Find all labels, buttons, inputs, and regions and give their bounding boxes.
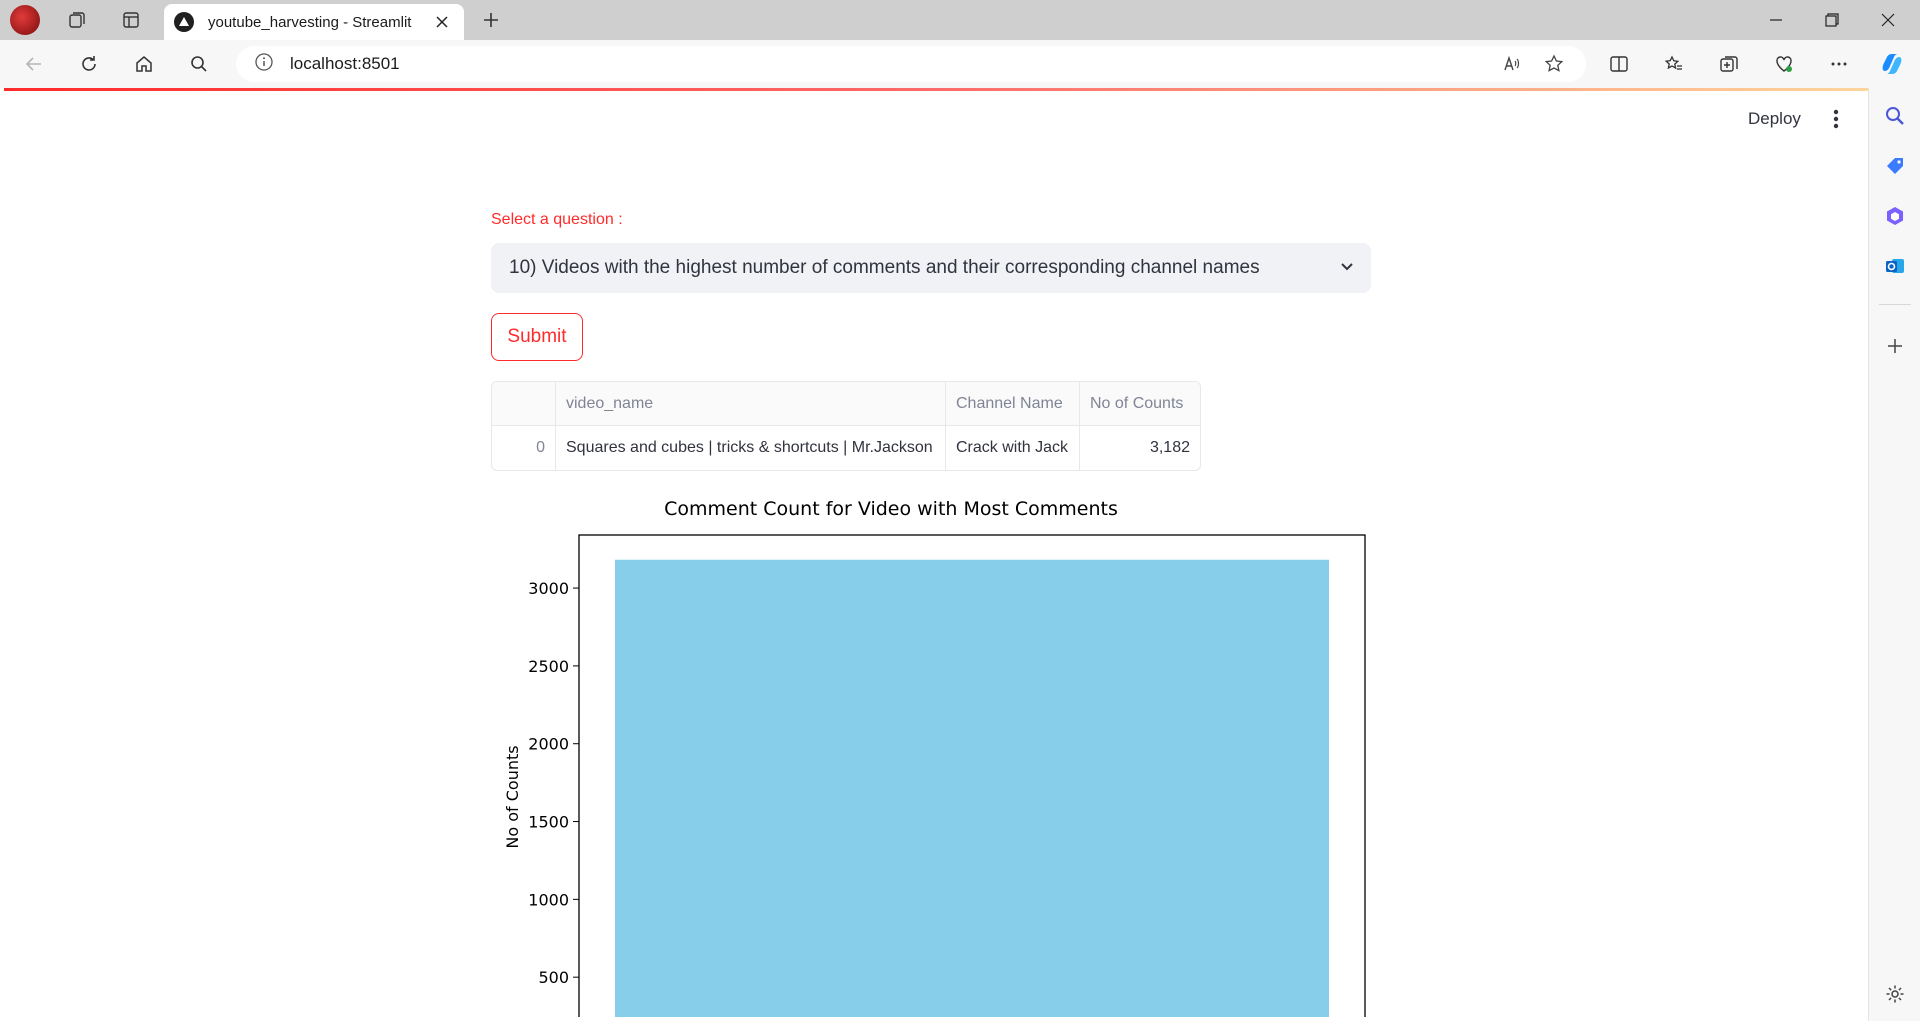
selected-question: 10) Videos with the highest number of co… (509, 257, 1260, 278)
table-cell-channel-name[interactable]: Crack with Jack (946, 426, 1080, 470)
restore-icon[interactable] (1804, 0, 1860, 40)
site-info-icon[interactable] (254, 52, 274, 77)
y-tick-label: 500 (538, 968, 569, 987)
favorites-icon[interactable] (1656, 48, 1692, 80)
shopping-tag-icon[interactable] (1881, 152, 1909, 180)
edge-sidebar (1868, 88, 1920, 1021)
browser-nav-bar: localhost:8501 (0, 40, 1920, 88)
home-icon[interactable] (126, 48, 162, 80)
deploy-button[interactable]: Deploy (1738, 103, 1811, 135)
tab-title: youtube_harvesting - Streamlit (208, 13, 412, 31)
table-header-video-name[interactable]: video_name (556, 382, 946, 426)
question-select[interactable]: 10) Videos with the highest number of co… (491, 243, 1371, 293)
workspaces-icon[interactable] (60, 4, 94, 36)
y-tick-label: 1500 (528, 813, 569, 832)
sidebar-settings-gear-icon[interactable] (1881, 980, 1909, 1008)
copilot-icon[interactable] (1874, 48, 1910, 80)
y-tick-label: 2000 (528, 735, 569, 754)
comment-count-bar-chart: Comment Count for Video with Most Commen… (503, 498, 1366, 1017)
table-cell-video-name[interactable]: Squares and cubes | tricks & shortcuts |… (556, 426, 946, 470)
url-text[interactable]: localhost:8501 (290, 54, 400, 74)
address-bar[interactable]: localhost:8501 (236, 46, 1586, 82)
refresh-icon[interactable] (71, 48, 107, 80)
table-header-row: video_name Channel Name No of Counts (492, 382, 1200, 426)
table-cell-no-of-counts[interactable]: 3,182 (1080, 426, 1200, 470)
browser-essentials-icon[interactable] (1766, 48, 1802, 80)
close-window-icon[interactable] (1860, 0, 1916, 40)
submit-button[interactable]: Submit (491, 313, 583, 361)
collections-icon[interactable] (1711, 48, 1747, 80)
search-icon[interactable] (181, 48, 217, 80)
streamlit-favicon-icon (174, 12, 194, 32)
close-tab-icon[interactable] (430, 10, 454, 34)
table-header-index (492, 382, 556, 426)
table-header-channel-name[interactable]: Channel Name (946, 382, 1080, 426)
microsoft-365-icon[interactable] (1881, 202, 1909, 230)
main-menu-icon[interactable] (1824, 105, 1848, 133)
read-aloud-icon[interactable] (1494, 46, 1530, 82)
favorite-star-icon[interactable] (1536, 46, 1572, 82)
table-header-no-of-counts[interactable]: No of Counts (1080, 382, 1200, 426)
streamlit-app: Deploy Select a question : 10) Videos wi… (4, 91, 1858, 1017)
vertical-tabs-icon[interactable] (114, 4, 148, 36)
back-icon[interactable] (16, 48, 52, 80)
browser-tab-active[interactable]: youtube_harvesting - Streamlit (164, 4, 464, 40)
y-tick-label: 2500 (528, 657, 569, 676)
split-screen-icon[interactable] (1601, 48, 1637, 80)
more-options-icon[interactable] (1821, 48, 1857, 80)
minimize-icon[interactable] (1748, 0, 1804, 40)
y-tick-label: 3000 (528, 579, 569, 598)
sidebar-search-icon[interactable] (1881, 102, 1909, 130)
chart-title: Comment Count for Video with Most Commen… (664, 498, 1118, 520)
chevron-down-icon (1339, 258, 1355, 279)
browser-tab-bar: youtube_harvesting - Streamlit (0, 0, 1920, 40)
profile-avatar[interactable] (10, 5, 40, 35)
table-row: 0 Squares and cubes | tricks & shortcuts… (492, 426, 1200, 470)
question-label: Select a question : (491, 211, 623, 228)
chart-bar (615, 559, 1329, 1017)
add-sidebar-app-icon[interactable] (1881, 332, 1909, 360)
outlook-icon[interactable] (1881, 252, 1909, 280)
chart-y-axis-label: No of Counts (503, 745, 522, 848)
results-table[interactable]: video_name Channel Name No of Counts 0 S… (491, 381, 1201, 471)
new-tab-icon[interactable] (474, 4, 508, 36)
table-cell-index: 0 (492, 426, 556, 470)
y-tick-label: 1000 (528, 890, 569, 909)
